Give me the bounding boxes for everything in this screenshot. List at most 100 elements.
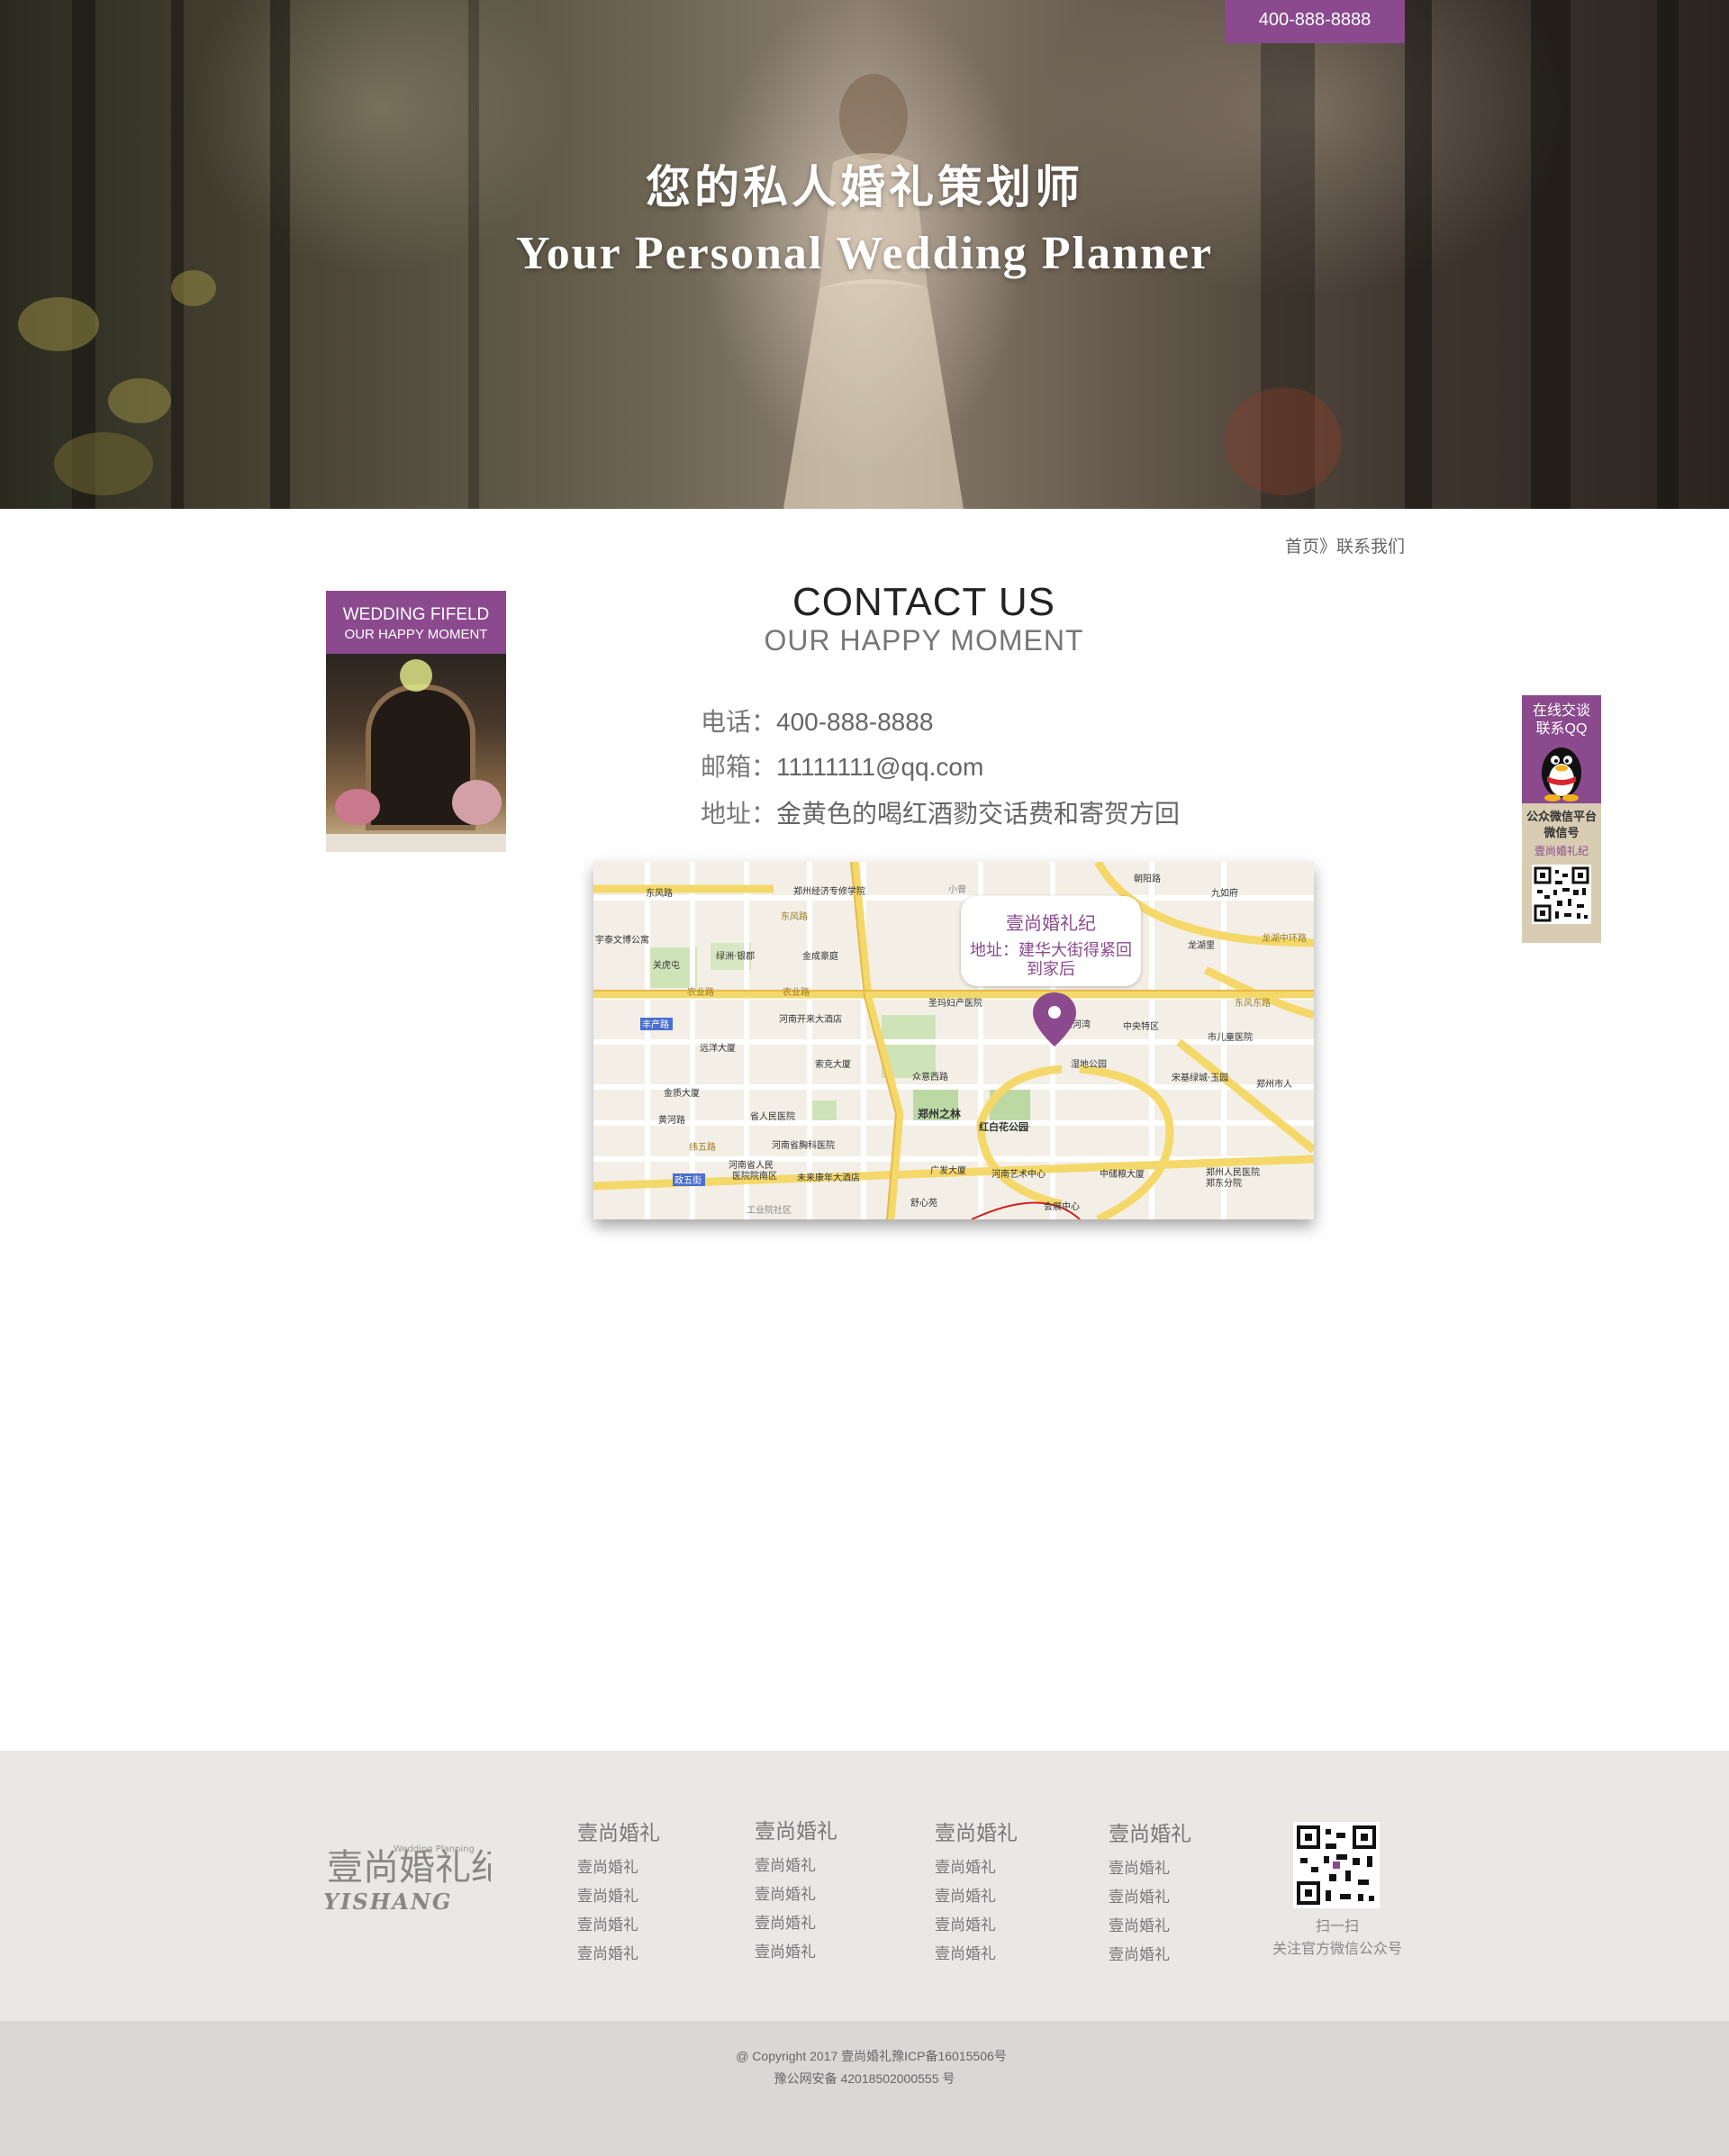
location-map[interactable]: 东风路 郑州经济专修学院 东风路 宇泰文博公寓 绿洲·银郡 金成豪庭 关虎屯 农业路 农…	[593, 862, 1314, 1219]
contact-address: 地址：金黄色的喝红酒勠交话费和寄贺方回	[701, 794, 1180, 830]
svg-text:小曾: 小曾	[948, 883, 966, 895]
svg-text:农业路: 农业路	[783, 986, 810, 998]
svg-text:龙湖中环路: 龙湖中环路	[1262, 932, 1307, 944]
svg-text:九如府: 九如府	[1211, 887, 1238, 899]
breadcrumb-separator: 》	[1318, 538, 1336, 557]
svg-text:湿地公园: 湿地公园	[1071, 1058, 1107, 1070]
footer-link[interactable]: 壹尚婚礼	[935, 1911, 1018, 1940]
copyright-text: @ Copyright 2017 壹尚婚礼豫ICP备16015506号	[736, 2049, 1007, 2063]
svg-text:河南艺术中心: 河南艺术中心	[991, 1168, 1046, 1180]
bride-image	[783, 74, 964, 509]
footer-link[interactable]: 壹尚婚礼	[755, 1880, 837, 1909]
wechat-line1: 公众微信平台	[1525, 810, 1597, 823]
svg-text:金成豪庭: 金成豪庭	[802, 950, 838, 962]
footer-link[interactable]: 壹尚婚礼	[577, 1882, 660, 1911]
banner-photo	[326, 654, 506, 843]
footer-link[interactable]: 壹尚婚礼	[1109, 1941, 1191, 1970]
svg-text:河南省胸科医院: 河南省胸科医院	[772, 1139, 835, 1151]
phone-value: 400-888-8888	[776, 708, 934, 736]
svg-text:郑州市人: 郑州市人	[1256, 1078, 1292, 1090]
svg-text:东风东路: 东风东路	[1235, 997, 1271, 1009]
footer-link[interactable]: 壹尚婚礼	[935, 1853, 1018, 1882]
svg-text:未来康年大酒店: 未来康年大酒店	[797, 1172, 860, 1183]
contact-phone: 电话：400-888-8888	[701, 702, 933, 738]
svg-text:郑东分院: 郑东分院	[1206, 1177, 1242, 1189]
footer-column-heading: 壹尚婚礼	[935, 1821, 1018, 1844]
svg-text:圣玛妇产医院: 圣玛妇产医院	[928, 997, 982, 1009]
svg-text:众意西路: 众意西路	[912, 1071, 948, 1083]
contact-email: 邮箱：11111111@qq.com	[701, 747, 983, 784]
svg-text:省人民医院: 省人民医院	[750, 1110, 795, 1122]
footer	[0, 1751, 1729, 2021]
footer-link[interactable]: 壹尚婚礼	[755, 1909, 837, 1938]
footer-link[interactable]: 壹尚婚礼	[577, 1911, 660, 1940]
svg-text:黄河路: 黄河路	[658, 1114, 685, 1126]
contact-subtitle: OUR HAPPY MOMENT	[764, 624, 1084, 657]
hotline-button[interactable]: 400-888-8888	[1225, 0, 1405, 43]
floating-contact-widget: 在线交谈 联系QQ 公众微信平台 微信号 壹尚婚礼纪	[1522, 695, 1601, 943]
svg-text:郑州经济专修学院: 郑州经济专修学院	[793, 885, 865, 897]
svg-text:工业院社区: 工业院社区	[747, 1204, 792, 1216]
svg-text:金质大厦: 金质大厦	[664, 1087, 700, 1099]
map-popup-address: 地址：建华大街得紧回到家后	[970, 941, 1132, 978]
footer-link[interactable]: 壹尚婚礼	[935, 1940, 1018, 1969]
svg-text:郑州之林: 郑州之林	[918, 1107, 961, 1120]
footer-column-2: 壹尚婚礼 壹尚婚礼 壹尚婚礼 壹尚婚礼 壹尚婚礼	[755, 1814, 837, 1967]
svg-text:东风路: 东风路	[646, 887, 673, 899]
qq-line2: 联系QQ	[1535, 721, 1588, 737]
address-label: 地址：	[701, 800, 777, 828]
svg-text:宋基绿城·玉园: 宋基绿城·玉园	[1172, 1072, 1228, 1083]
map-info-popup: 壹尚婚礼纪 地址：建华大街得紧回到家后	[961, 896, 1141, 986]
footer-link[interactable]: 壹尚婚礼	[1109, 1854, 1191, 1883]
svg-text:河南开来大酒店: 河南开来大酒店	[779, 1013, 842, 1025]
wechat-name: 壹尚婚礼纪	[1534, 845, 1589, 857]
phone-label: 电话：	[701, 708, 777, 736]
footer-link[interactable]: 壹尚婚礼	[577, 1940, 660, 1969]
footer-column-1: 壹尚婚礼 壹尚婚礼 壹尚婚礼 壹尚婚礼 壹尚婚礼	[577, 1816, 660, 1969]
footer-link[interactable]: 壹尚婚礼	[935, 1882, 1018, 1911]
police-record-text: 豫公网安备 42018502000555 号	[774, 2071, 955, 2086]
svg-text:关虎屯: 关虎屯	[653, 959, 680, 971]
svg-text:纬五路: 纬五路	[689, 1141, 716, 1153]
svg-text:会展中心: 会展中心	[1044, 1200, 1080, 1212]
footer-column-3: 壹尚婚礼 壹尚婚礼 壹尚婚礼 壹尚婚礼 壹尚婚礼	[935, 1816, 1018, 1969]
footer-link[interactable]: 壹尚婚礼	[577, 1853, 660, 1882]
qq-penguin-icon	[1542, 747, 1581, 802]
qq-chat-button[interactable]: 在线交谈联系QQ	[1522, 695, 1601, 803]
svg-text:朝阳路: 朝阳路	[1134, 873, 1161, 884]
footer-column-4: 壹尚婚礼 壹尚婚礼 壹尚婚礼 壹尚婚礼 壹尚婚礼	[1109, 1816, 1191, 1970]
qq-line1: 在线交谈	[1532, 703, 1590, 719]
footer-column-heading: 壹尚婚礼	[577, 1821, 660, 1844]
svg-text:东风路: 东风路	[781, 910, 808, 922]
footer-link[interactable]: 壹尚婚礼	[1109, 1883, 1191, 1912]
footer-link[interactable]: 壹尚婚礼	[755, 1938, 837, 1967]
svg-text:丰产路: 丰产路	[642, 1019, 669, 1030]
svg-text:医院院南区: 医院院南区	[732, 1170, 777, 1182]
svg-text:红白花公园: 红白花公园	[979, 1120, 1028, 1133]
logo-pinyin-text: YISHANG	[323, 1889, 452, 1915]
breadcrumb-home-link[interactable]: 首页	[1285, 538, 1319, 557]
svg-text:河南省人民: 河南省人民	[729, 1159, 774, 1171]
svg-text:索克大厦: 索克大厦	[815, 1058, 851, 1070]
email-label: 邮箱：	[701, 753, 777, 781]
breadcrumb: 首页》联系我们	[1216, 533, 1405, 557]
footer-qr-caption-1: 扫一扫	[1315, 1919, 1359, 1934]
svg-text:舒心苑: 舒心苑	[910, 1197, 937, 1209]
breadcrumb-current: 联系我们	[1335, 538, 1405, 557]
svg-text:中储粮大厦: 中储粮大厦	[1100, 1168, 1145, 1180]
contact-title: CONTACT US	[792, 580, 1055, 624]
svg-text:宇泰文博公寓: 宇泰文博公寓	[595, 934, 649, 946]
footer-link[interactable]: 壹尚婚礼	[755, 1852, 837, 1880]
svg-text:郑州人民医院: 郑州人民医院	[1206, 1166, 1260, 1178]
copyright-bar	[0, 2021, 1729, 2156]
footer-link[interactable]: 壹尚婚礼	[1109, 1912, 1191, 1941]
footer-column-heading: 壹尚婚礼	[755, 1819, 837, 1843]
hero-title-en: Your Personal Wedding Planner	[515, 228, 1214, 279]
email-value: 11111111@qq.com	[776, 753, 984, 781]
footer-qr-code	[1293, 1822, 1380, 1908]
wechat-qr-code	[1532, 865, 1591, 924]
svg-text:中央特区: 中央特区	[1123, 1020, 1159, 1032]
footer-logo: 壹尚婚礼纪 Wedding Planning YISHANG	[323, 1844, 491, 1915]
hero-title-cn: 您的私人婚礼策划师	[646, 160, 1083, 213]
svg-text:龙湖里: 龙湖里	[1188, 939, 1215, 951]
